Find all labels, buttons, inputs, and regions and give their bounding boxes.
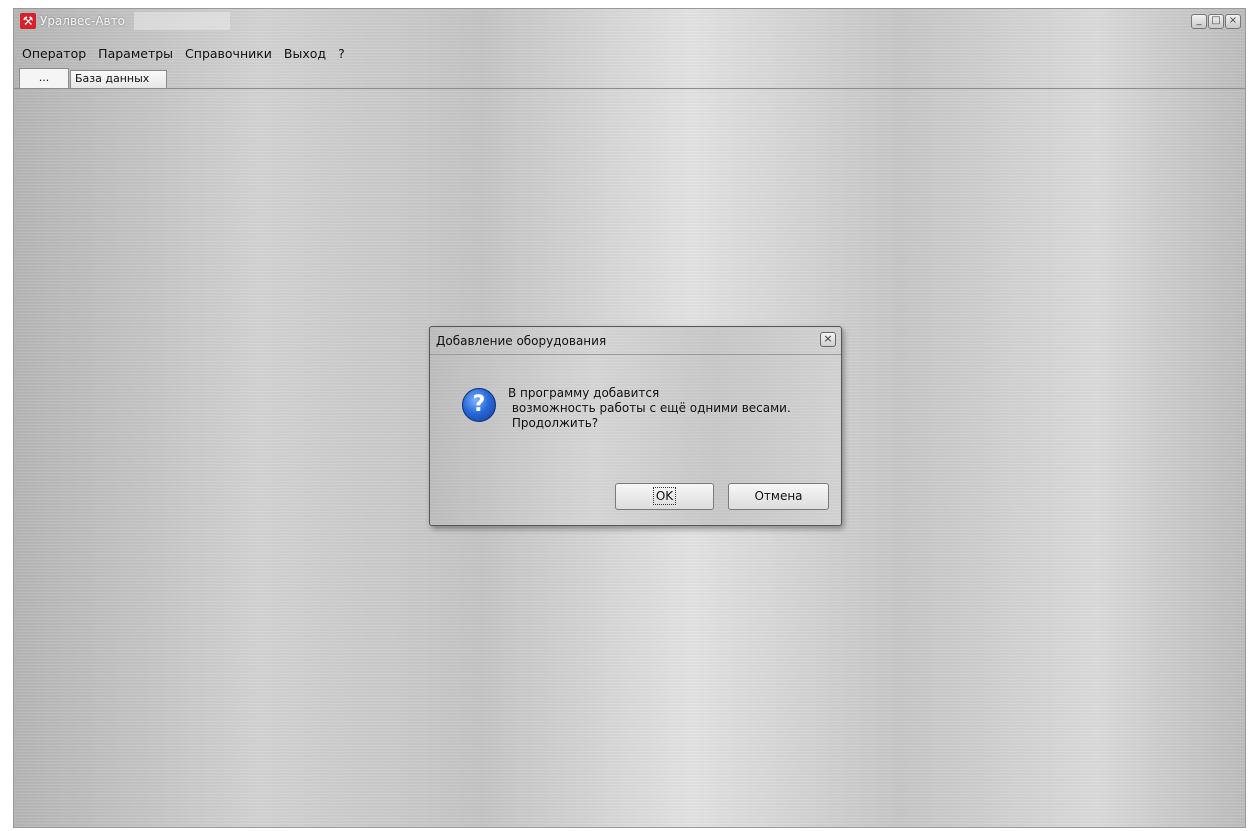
minimize-button[interactable]: _ [1191, 14, 1207, 29]
window-controls: _ □ × [1191, 14, 1241, 29]
title-bar: ⚒ Уралвес-Авто _ □ × [14, 9, 1245, 35]
close-button[interactable]: × [1225, 14, 1241, 29]
menu-operator[interactable]: Оператор [16, 45, 92, 63]
ok-button-label: OK [652, 487, 677, 505]
cancel-button[interactable]: Отмена [728, 483, 829, 510]
dialog-close-button[interactable]: × [820, 332, 836, 347]
window-title: Уралвес-Авто [40, 14, 125, 28]
tab-strip: ... База данных [19, 68, 167, 88]
hammers-icon: ⚒ [20, 13, 36, 29]
menu-help[interactable]: ? [332, 45, 351, 63]
menu-bar: Оператор Параметры Справочники Выход ? [16, 45, 351, 63]
dialog-message: В программу добавится возможность работы… [508, 386, 791, 430]
tab-database[interactable]: База данных [70, 70, 167, 88]
ok-button[interactable]: OK [615, 483, 714, 510]
menu-parameters[interactable]: Параметры [92, 45, 179, 63]
maximize-button[interactable]: □ [1208, 14, 1224, 29]
dialog-title: Добавление оборудования [436, 334, 607, 348]
add-equipment-dialog: Добавление оборудования × ? В программу … [429, 326, 842, 526]
menu-exit[interactable]: Выход [278, 45, 332, 63]
title-redacted-area [134, 12, 230, 30]
question-icon: ? [462, 388, 496, 422]
tab-main[interactable]: ... [19, 68, 69, 88]
tab-content-border [14, 88, 1245, 89]
menu-references[interactable]: Справочники [179, 45, 278, 63]
dialog-title-bar: Добавление оборудования × [430, 327, 841, 355]
main-window: ⚒ Уралвес-Авто _ □ × Оператор Параметры … [13, 8, 1246, 828]
